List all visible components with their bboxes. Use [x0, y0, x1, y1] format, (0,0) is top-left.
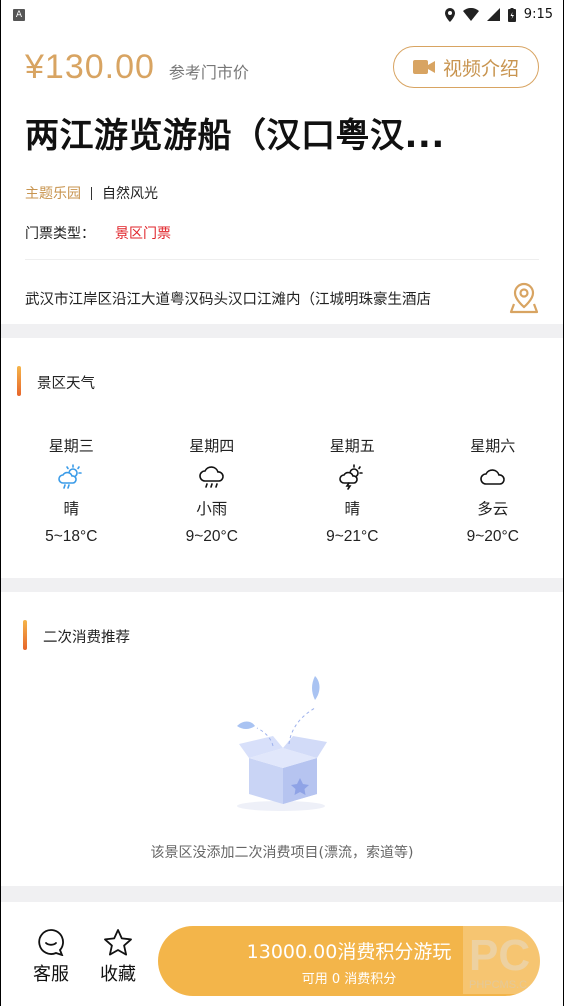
sun-cloud-lightning-icon	[282, 460, 423, 494]
weather-desc: 小雨	[196, 500, 228, 518]
tag-natural-scenery[interactable]: 自然风光	[102, 183, 158, 203]
tag-separator	[91, 186, 92, 200]
recommend-section-header: 二次消费推荐	[1, 592, 563, 680]
temperature-range: 9~20°C	[185, 528, 238, 545]
temperature-range: 9~21°C	[326, 528, 379, 545]
temperature-range: 9~20°C	[466, 528, 519, 545]
app-screen: A 9:15 ¥130.00 参考门市价 视频介绍 两江游览游船（汉口粤汉...…	[0, 0, 564, 1006]
scenic-title: 两江游览游船（汉口粤汉...	[25, 116, 445, 156]
address-text: 武汉市江岸区沿江大道粤汉码头汉口江滩内（江城明珠豪生酒店	[25, 291, 431, 308]
weather-day: 星期六 多云 9~20°C	[423, 432, 564, 578]
ticket-header-card: ¥130.00 参考门市价 视频介绍 两江游览游船（汉口粤汉... 主题乐园 自…	[1, 30, 563, 324]
weather-day: 星期四 小雨 9~20°C	[142, 432, 283, 578]
weather-section: 景区天气 星期三 晴 5~18°C 星期四 小雨 9~20°C 星期五 晴 9~…	[1, 338, 563, 578]
section-accent-bar	[17, 366, 21, 396]
sun-cloud-rain-icon	[1, 460, 142, 494]
cloud-icon	[423, 460, 564, 494]
video-intro-button[interactable]: 视频介绍	[393, 46, 539, 88]
chat-icon	[38, 929, 64, 956]
recommend-section-title: 二次消费推荐	[43, 629, 130, 646]
weather-section-title: 景区天气	[37, 375, 95, 392]
price: ¥130.00	[25, 48, 155, 86]
empty-state-text: 该景区没添加二次消费项目(漂流，索道等)	[150, 845, 414, 861]
favorite-button[interactable]: 收藏	[94, 928, 142, 986]
battery-status-icon	[507, 7, 516, 22]
recommend-section: 二次消费推荐 该景区没添加二次消费项目(漂流，索道等)	[1, 592, 563, 886]
watermark-logo: PC PHPCMS.C	[463, 924, 563, 994]
video-camera-icon	[412, 60, 435, 74]
status-icons: 9:15	[444, 7, 553, 22]
weekday-label: 星期六	[470, 437, 516, 455]
weather-day: 星期三 晴 5~18°C	[1, 432, 142, 578]
weekday-label: 星期四	[189, 437, 235, 455]
video-intro-label: 视频介绍	[442, 57, 519, 80]
customer-service-label: 客服	[33, 964, 69, 985]
weather-section-header: 景区天气	[1, 338, 563, 426]
cloud-rain-icon	[142, 460, 283, 494]
customer-service-button[interactable]: 客服	[27, 928, 75, 986]
weekday-label: 星期三	[48, 437, 94, 455]
weather-forecast: 星期三 晴 5~18°C 星期四 小雨 9~20°C 星期五 晴 9~21°C …	[1, 426, 563, 578]
status-time: 9:15	[523, 7, 553, 22]
address-row[interactable]: 武汉市江岸区沿江大道粤汉码头汉口江滩内（江城明珠豪生酒店	[25, 260, 539, 336]
price-reference-label: 参考门市价	[168, 63, 249, 82]
location-status-icon	[444, 7, 455, 22]
svg-text:PHPCMS.C: PHPCMS.C	[469, 979, 527, 991]
weekday-label: 星期五	[329, 437, 375, 455]
weather-day: 星期五 晴 9~21°C	[282, 432, 423, 578]
tag-theme-park[interactable]: 主题乐园	[25, 183, 81, 203]
bottom-action-bar: 客服 收藏 13000.00消费积分游玩 可用 0 消费积分 PC PHPCMS…	[1, 902, 563, 1006]
app-notification-icon: A	[13, 9, 25, 21]
favorite-label: 收藏	[100, 964, 136, 985]
wifi-status-icon	[462, 8, 479, 21]
ticket-type-row: 门票类型： 景区门票	[25, 223, 539, 243]
map-location-icon[interactable]	[509, 282, 539, 314]
status-bar: A 9:15	[1, 0, 563, 30]
weather-desc: 多云	[477, 500, 509, 518]
section-accent-bar	[23, 620, 27, 650]
temperature-range: 5~18°C	[45, 528, 98, 545]
ticket-type-value: 景区门票	[115, 226, 171, 242]
weather-desc: 晴	[63, 500, 79, 518]
category-tags: 主题乐园 自然风光	[25, 183, 539, 203]
star-outline-icon	[104, 929, 132, 956]
ticket-type-label: 门票类型：	[25, 226, 95, 242]
signal-status-icon	[486, 8, 500, 21]
empty-box-illustration	[237, 676, 327, 811]
svg-text:PC: PC	[469, 931, 530, 980]
weather-desc: 晴	[344, 500, 360, 518]
